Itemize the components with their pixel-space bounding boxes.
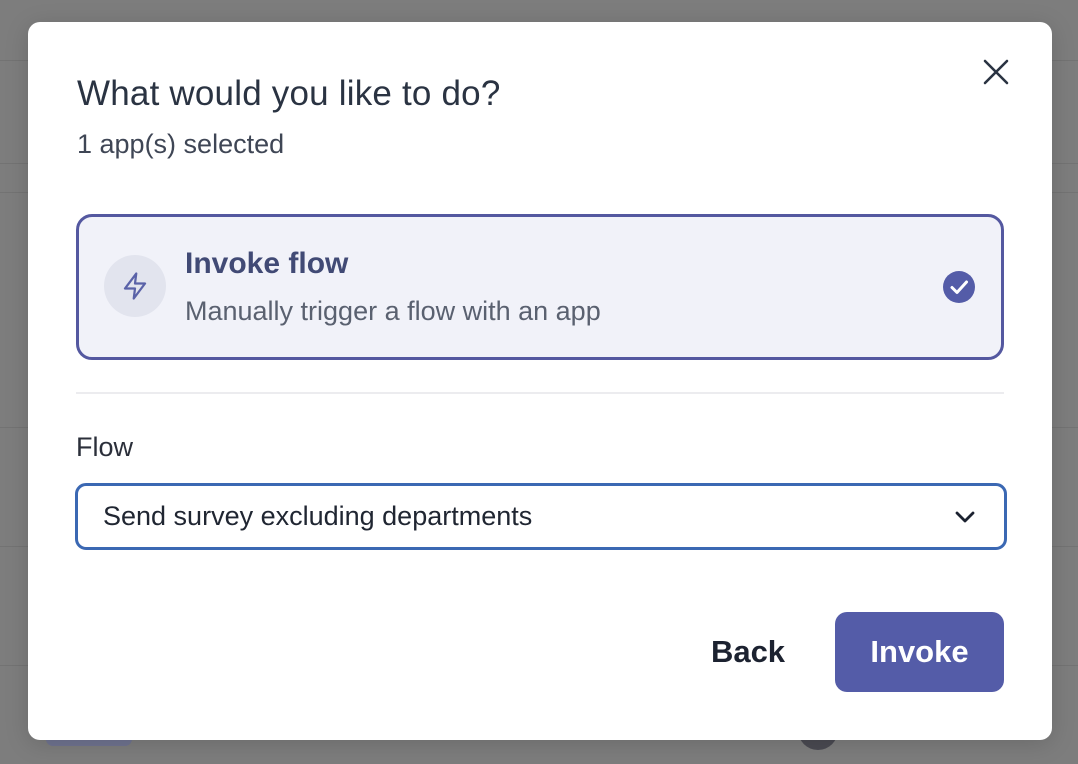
flow-field-label: Flow [76,432,134,462]
flow-select[interactable]: Send survey excluding departments [75,483,1007,550]
close-button[interactable] [978,54,1014,90]
close-icon [983,59,1009,85]
option-title: Invoke flow [185,247,349,280]
section-divider [76,392,1004,394]
selection-count: 1 app(s) selected [77,129,285,159]
option-invoke-flow[interactable]: Invoke flow Manually trigger a flow with… [76,214,1004,360]
invoke-flow-dialog: What would you like to do? 1 app(s) sele… [28,22,1052,740]
invoke-button[interactable]: Invoke [835,612,1004,692]
chevron-down-icon [955,511,975,523]
option-description: Manually trigger a flow with an app [185,296,601,326]
flow-select-value: Send survey excluding departments [103,501,533,531]
lightning-bolt-icon [123,272,147,300]
back-button[interactable]: Back [692,618,804,686]
dialog-title: What would you like to do? [77,74,501,113]
check-circle-icon [943,271,975,303]
option-icon-wrapper [104,255,166,317]
